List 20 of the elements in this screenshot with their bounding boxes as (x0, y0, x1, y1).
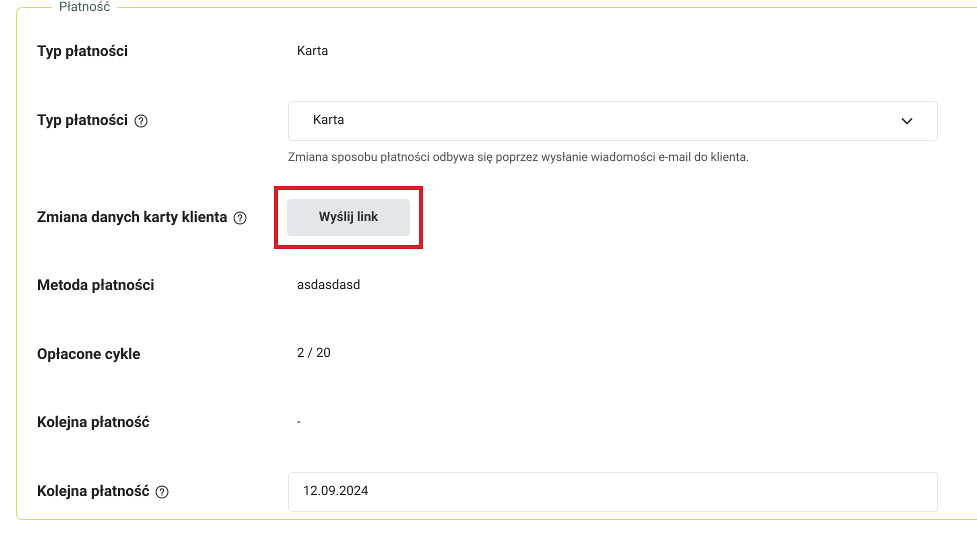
help-text: Zmiana sposobu płatności odbywa się poprzez wysłanie wiadomości e-mail do klienta. (288, 150, 750, 164)
field-label: Typ płatności (37, 110, 128, 132)
field-label: Kolejna płatność (37, 412, 150, 434)
field-label: Opłacone cykle (37, 344, 140, 365)
field-value: - (297, 414, 301, 432)
help-icon[interactable] (233, 210, 248, 224)
field-value: 2 / 20 (297, 345, 331, 364)
field-label: Typ płatności (37, 41, 128, 62)
field-value: Karta (297, 42, 328, 61)
field-label: Metoda płatności (37, 275, 154, 296)
field-label: Zmiana danych karty klienta (37, 207, 228, 228)
date-field[interactable]: 12.09.2024 (288, 472, 938, 512)
chevron-down-icon (901, 116, 913, 124)
send-link-button[interactable]: Wyślij link (287, 199, 410, 236)
payment-type-select[interactable]: Karta (288, 100, 938, 140)
section-title: Płatność (58, 0, 112, 17)
help-icon[interactable] (155, 484, 170, 498)
field-label: Kolejna płatność (37, 481, 150, 502)
field-value: asdasdasd (297, 276, 360, 295)
help-icon[interactable] (134, 114, 148, 128)
